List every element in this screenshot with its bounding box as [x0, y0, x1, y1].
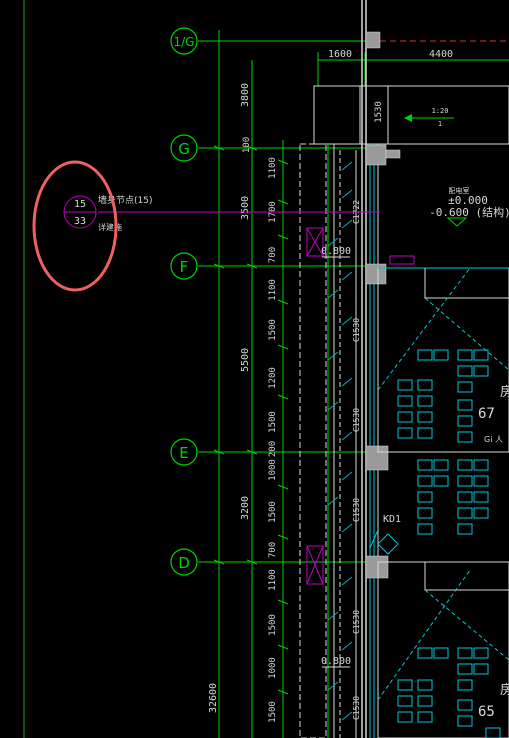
dim-right-14: 1500 — [268, 614, 278, 636]
dim-right-8: 200 — [268, 441, 278, 457]
cad-drawing-canvas[interactable]: 1/G G F E D 3800 3500 5500 3200 32600 10… — [0, 0, 509, 738]
dim-right-7: 1500 — [268, 411, 278, 433]
cad-drawing: 1/G G F E D 3800 3500 5500 3200 32600 10… — [23, 0, 509, 738]
dim-right-12: 700 — [268, 542, 278, 558]
room-frag-3: 房 — [500, 682, 509, 698]
dim-32600: 32600 — [208, 683, 219, 713]
axis-label-G: G — [178, 140, 190, 158]
window-tag-5: C1530 — [352, 610, 361, 634]
scale-num: 1 — [438, 120, 442, 128]
dim-3800: 3800 — [240, 83, 251, 107]
axis-label-F: F — [180, 258, 189, 276]
dim-right-6: 1200 — [268, 367, 278, 389]
detail-marker-top: 15 — [74, 199, 86, 210]
window-tag-6: C1530 — [352, 696, 361, 720]
window-tag-2: C1530 — [352, 318, 361, 342]
window-tag-4: C1530 — [352, 498, 361, 522]
dim-4400: 4400 — [429, 49, 453, 60]
room-frag-5: Gi 人 — [484, 435, 503, 444]
dim-right-9: 1000 — [268, 459, 278, 481]
dim-3500: 3500 — [240, 196, 251, 220]
room-frag-4: 65 — [478, 704, 495, 720]
dim-right-13: 1100 — [268, 569, 278, 591]
dim-3200: 3200 — [240, 496, 251, 520]
upper-structure: 1530 1:20 1 — [313, 85, 509, 145]
grid-axis-F[interactable]: F — [170, 252, 198, 280]
dim-right-16: 1500 — [268, 701, 278, 723]
grid-axis-E[interactable]: E — [170, 438, 198, 466]
top-dimension-row: 1600 4400 — [317, 49, 509, 86]
grid-axis-1G[interactable]: 1/G — [170, 27, 198, 55]
room-fragments: 房 67 Gi 人 房 65 — [478, 384, 509, 720]
detail-marker-title: 墙身节点(15) — [98, 194, 152, 206]
kd1-label: KD1 — [383, 514, 401, 525]
axis-label-E: E — [179, 444, 188, 462]
kd1-marker: KD1 — [369, 514, 401, 555]
dim-right-1: 1100 — [268, 157, 278, 179]
detail-marker-sub: 详建施 — [98, 222, 122, 232]
scale-ratio: 1:20 — [432, 107, 449, 115]
window-tag-3: C1530 — [352, 408, 361, 432]
room-level: 配电室 ±0.000 -0.600 (结构) — [429, 186, 509, 227]
dim-right-3: 700 — [268, 247, 278, 263]
axis-label-1G: 1/G — [174, 35, 195, 49]
elevation-tag-1: 0.800 — [321, 246, 351, 257]
dim-right-11: 1500 — [268, 501, 278, 523]
elevation-tag-2: 0.800 — [321, 656, 351, 667]
grid-axis-G[interactable]: G — [170, 134, 198, 162]
dim-100: 100 — [242, 137, 252, 153]
dim-1530-top: 1530 — [374, 101, 384, 123]
room-frag-2: 67 — [478, 406, 495, 422]
level-2: -0.600 (结构) — [429, 205, 509, 219]
grid-axis-lines — [198, 40, 509, 563]
dim-1600: 1600 — [328, 49, 352, 60]
room-frag-1: 房 — [500, 384, 509, 400]
grid-axis-D[interactable]: D — [170, 548, 198, 576]
detail-marker-bottom: 33 — [74, 216, 86, 227]
room-interior — [377, 255, 509, 738]
outer-walls — [299, 0, 379, 738]
dim-right-5: 1500 — [268, 319, 278, 341]
dim-5500: 5500 — [240, 348, 251, 372]
magenta-box-2 — [306, 545, 324, 585]
right-vertical-dims: 100 1100 1700 700 1100 1500 1200 1500 20… — [242, 137, 278, 723]
detail-marker[interactable]: 15 33 墙身节点(15) 详建施 — [63, 194, 152, 232]
dim-right-15: 1000 — [268, 657, 278, 679]
dim-right-4: 1100 — [268, 279, 278, 301]
axis-label-D: D — [178, 554, 190, 572]
